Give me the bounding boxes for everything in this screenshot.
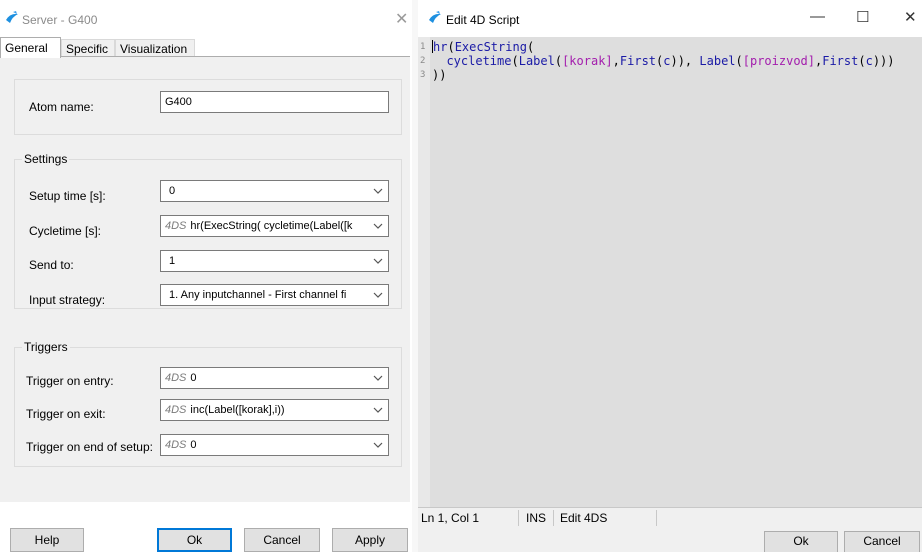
dialog-title: Server - G400 (22, 13, 98, 27)
chevron-down-icon (372, 439, 384, 451)
cycletime-select[interactable]: 4DS hr(ExecString( cycletime(Label([k (160, 215, 389, 237)
tab-visualization[interactable]: Visualization (115, 39, 195, 57)
chevron-down-icon (372, 220, 384, 232)
trigger-on-entry-label: Trigger on entry: (26, 374, 114, 388)
atom-name-label: Atom name: (29, 100, 94, 114)
code-line-1: hr(ExecString( (432, 40, 535, 54)
help-button[interactable]: Help (10, 528, 84, 552)
tab-general[interactable]: General (0, 37, 61, 58)
script-window-title: Edit 4D Script (446, 13, 520, 27)
cancel-button[interactable]: Cancel (244, 528, 320, 552)
input-strategy-label: Input strategy: (29, 293, 106, 307)
chevron-down-icon (372, 404, 384, 416)
line-number: 3 (420, 70, 426, 80)
trigger-on-exit-select[interactable]: 4DS inc(Label([korak],i)) (160, 399, 389, 421)
close-icon[interactable]: ✕ (904, 8, 917, 26)
trigger-on-entry-select[interactable]: 4DS 0 (160, 367, 389, 389)
line-number: 2 (420, 56, 426, 66)
app-logo-icon (5, 11, 19, 25)
send-to-select[interactable]: 1 (160, 250, 389, 272)
tab-specific[interactable]: Specific (61, 39, 115, 57)
insert-mode: INS (526, 511, 547, 525)
minimize-icon[interactable]: — (810, 8, 825, 25)
setup-time-label: Setup time [s]: (29, 189, 106, 203)
atom-name-input[interactable]: G400 (160, 91, 389, 113)
chevron-down-icon (372, 255, 384, 267)
cursor-position: Ln 1, Col 1 (421, 511, 480, 525)
input-strategy-select[interactable]: 1. Any inputchannel - First channel fi (160, 284, 389, 306)
close-icon[interactable]: ✕ (395, 9, 408, 29)
line-number: 1 (420, 42, 426, 52)
editor-context: Edit 4DS (560, 511, 608, 525)
tab-strip: General Specific Visualization (0, 37, 410, 58)
server-properties-dialog: Server - G400 ✕ General Specific Visuali… (0, 0, 412, 552)
chevron-down-icon (372, 372, 384, 384)
settings-legend: Settings (22, 152, 70, 166)
cycletime-label: Cycletime [s]: (29, 224, 102, 238)
trigger-on-exit-label: Trigger on exit: (26, 407, 106, 421)
code-line-3: )) (432, 68, 447, 82)
maximize-icon[interactable]: ☐ (856, 8, 869, 26)
send-to-label: Send to: (29, 258, 74, 272)
trigger-on-end-of-setup-select[interactable]: 4DS 0 (160, 434, 389, 456)
chevron-down-icon (372, 289, 384, 301)
script-editor[interactable]: 1 2 3 hr(ExecString( cycletime(Label([ko… (418, 37, 922, 507)
trigger-on-end-of-setup-label: Trigger on end of setup: (26, 440, 153, 454)
script-ok-button[interactable]: Ok (764, 531, 838, 552)
setup-time-select[interactable]: 0 (160, 180, 389, 202)
status-bar: Ln 1, Col 1 INS Edit 4DS (418, 507, 922, 529)
apply-button[interactable]: Apply (332, 528, 408, 552)
script-cancel-button[interactable]: Cancel (844, 531, 920, 552)
code-line-2: cycletime(Label([korak],First(c)), Label… (446, 54, 895, 68)
general-tab-panel: Atom name: G400 Settings Setup time [s]:… (0, 56, 410, 502)
ok-button[interactable]: Ok (157, 528, 232, 552)
app-logo-icon (428, 11, 442, 25)
chevron-down-icon (372, 185, 384, 197)
triggers-legend: Triggers (22, 340, 70, 354)
line-number-gutter (418, 37, 430, 507)
